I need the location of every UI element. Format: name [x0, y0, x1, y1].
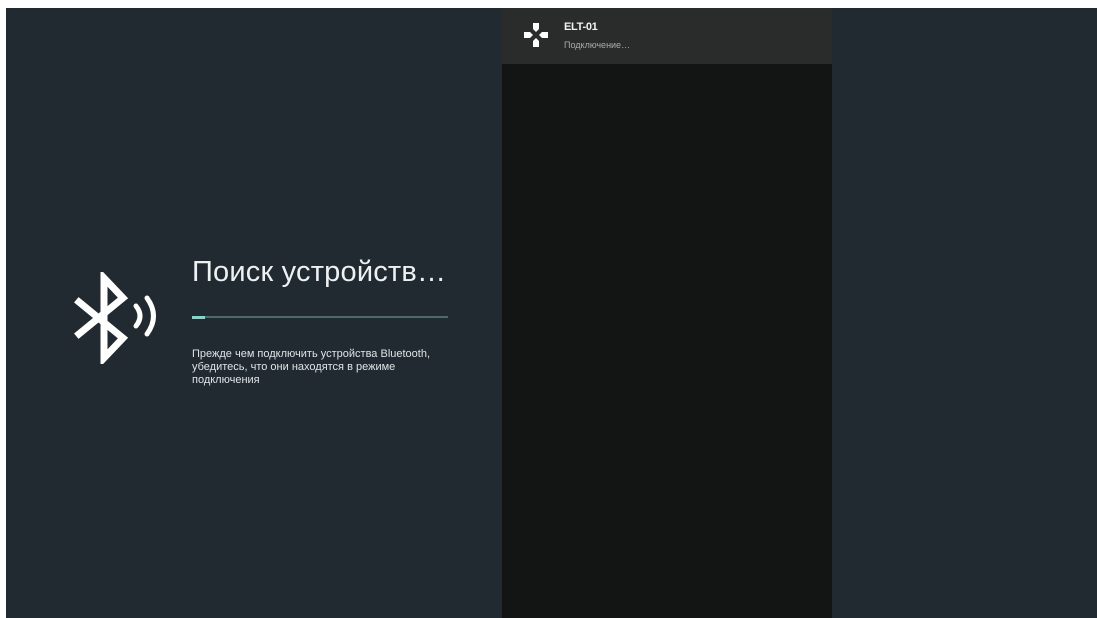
pairing-hint-text: Прежде чем подключить устройства Bluetoo…	[192, 348, 431, 386]
pairing-screen: Поиск устройств… Прежде чем подключить у…	[6, 8, 1097, 618]
device-list-item[interactable]: ELT-01 Подключение…	[502, 8, 832, 64]
search-info: Поиск устройств… Прежде чем подключить у…	[192, 252, 450, 387]
search-title: Поиск устройств…	[192, 256, 447, 288]
search-progress-fill	[192, 315, 205, 319]
device-list-panel: ELT-01 Подключение…	[502, 8, 832, 618]
gamepad-icon	[524, 23, 548, 47]
search-progress-bar	[192, 315, 448, 319]
bluetooth-searching-icon	[74, 272, 156, 364]
device-name: ELT-01	[564, 21, 598, 33]
device-status: Подключение…	[564, 40, 631, 50]
